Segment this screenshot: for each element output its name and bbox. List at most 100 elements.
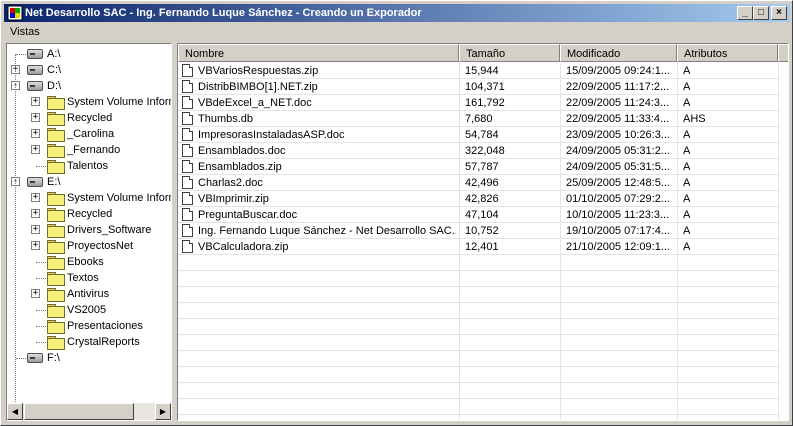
tree-folder-node[interactable]: + System Volume Information [7,190,171,206]
column-header-size[interactable]: Tamaño [459,44,560,62]
expand-icon[interactable]: + [31,113,40,122]
file-row[interactable]: VBdeExcel_a_NET.doc 161,792 22/09/2005 11:… [178,95,778,111]
expand-icon[interactable]: + [31,97,40,106]
window-title: Net Desarrollo SAC - Ing. Fernando Luque… [25,7,422,19]
file-row[interactable]: VBImprimir.zip 42,826 01/10/2005 07:29:2..… [178,191,778,207]
file-row[interactable]: PreguntaBuscar.doc 47,104 10/10/2005 11:23… [178,207,778,223]
file-modified-cell: 22/09/2005 11:17:2... [566,81,670,93]
tree-drive-node[interactable]: - D:\ [7,78,171,94]
tree-folder-node[interactable]: Textos [7,270,171,286]
file-row[interactable]: VBVariosRespuestas.zip 15,944 15/09/2005 0… [178,63,778,79]
tree-node-label: Recycled [67,208,113,220]
tree-node-label: System Volume Information [67,192,171,204]
menu-vistas[interactable]: Vistas [10,26,40,38]
column-header-attributes[interactable]: Atributos [677,44,778,62]
folder-icon [47,240,65,254]
tree-connector-line [36,342,46,343]
tree-folder-node[interactable]: Presentaciones [7,318,171,334]
file-list-view[interactable]: Nombre Tamaño Modificado Atributos VBVar… [177,43,789,421]
drive-icon [27,353,43,363]
tree-folder-node[interactable]: Talentos [7,158,171,174]
file-modified-cell: 24/09/2005 05:31:5... [566,161,670,173]
file-attributes-cell: A [683,81,691,93]
file-attributes-cell: A [683,209,691,221]
tree-node-label: VS2005 [67,304,107,316]
tree-node-label: F:\ [47,352,60,364]
tree-folder-node[interactable]: + Recycled [7,206,171,222]
tree-folder-node[interactable]: + _Fernando [7,142,171,158]
expand-icon[interactable]: + [31,225,40,234]
file-name-cell: Ing. Fernando Luque Sánchez - Net Desarr… [198,225,456,237]
file-size-cell: 7,680 [465,113,493,125]
scroll-thumb[interactable] [24,403,134,420]
tree-horizontal-scrollbar[interactable]: ◀ ▶ [7,403,171,420]
expand-icon[interactable]: + [31,129,40,138]
file-name-cell: VBCalculadora.zip [198,241,289,253]
tree-node-label: Recycled [67,112,113,124]
tree-node-label: E:\ [47,176,61,188]
file-modified-cell: 25/09/2005 12:48:5... [566,177,670,189]
tree-node-label: A:\ [47,48,61,60]
folder-icon [47,96,65,110]
scroll-left-arrow-icon[interactable]: ◀ [7,403,23,420]
file-row[interactable]: Ing. Fernando Luque Sánchez - Net Desarr… [178,223,778,239]
column-header-name[interactable]: Nombre [178,44,459,62]
folder-tree[interactable]: A:\ +C:\-D:\ + System Volume Information + Re… [6,43,172,421]
file-row[interactable]: VBCalculadora.zip 12,401 21/10/2005 12:09:… [178,239,778,255]
tree-folder-node[interactable]: + System Volume Information [7,94,171,110]
tree-folder-node[interactable]: Ebooks [7,254,171,270]
empty-row [178,335,778,351]
file-modified-cell: 21/10/2005 12:09:1... [566,241,670,253]
tree-node-label: Drivers_Software [67,224,152,236]
document-icon [182,128,193,141]
expand-icon[interactable]: + [31,145,40,154]
file-attributes-cell: A [683,225,691,237]
tree-folder-node[interactable]: CrystalReports [7,334,171,350]
file-size-cell: 57,787 [465,161,499,173]
file-modified-cell: 23/09/2005 10:26:3... [566,129,670,141]
tree-content: A:\ +C:\-D:\ + System Volume Information + Re… [7,44,171,402]
expand-icon[interactable]: + [31,241,40,250]
file-row[interactable]: Thumbs.db 7,680 22/09/2005 11:33:4... AHS [178,111,778,127]
tree-connector-line [15,54,16,402]
file-row[interactable]: Ensamblados.zip 57,787 24/09/2005 05:31:5.… [178,159,778,175]
tree-folder-node[interactable]: + Drivers_Software [7,222,171,238]
main-window: Net Desarrollo SAC - Ing. Fernando Luque… [0,0,793,426]
file-attributes-cell: A [683,193,691,205]
folder-icon [47,288,65,302]
file-row[interactable]: DistribBIMBO[1].NET.zip 104,371 22/09/2005… [178,79,778,95]
tree-drive-node[interactable]: F:\ [7,350,171,366]
tree-drive-node[interactable]: + C:\ [7,62,171,78]
tree-folder-node[interactable]: + Antivirus [7,286,171,302]
app-icon [7,5,23,21]
close-button[interactable]: × [771,6,787,20]
column-header-modified[interactable]: Modificado [560,44,677,62]
menu-bar: Vistas [4,23,790,41]
tree-folder-node[interactable]: VS2005 [7,302,171,318]
tree-folder-node[interactable]: + Recycled [7,110,171,126]
expand-icon[interactable]: + [31,289,40,298]
file-name-cell: Charlas2.doc [198,177,263,189]
tree-folder-node[interactable]: + _Carolina [7,126,171,142]
expand-icon[interactable]: + [31,209,40,218]
tree-drive-node[interactable]: A:\ [7,46,171,62]
tree-drive-node[interactable]: - E:\ [7,174,171,190]
file-row[interactable]: Ensamblados.doc 322,048 24/09/2005 05:31:2… [178,143,778,159]
folder-icon [47,336,65,350]
title-bar[interactable]: Net Desarrollo SAC - Ing. Fernando Luque… [4,4,790,22]
file-size-cell: 15,944 [465,65,499,77]
scroll-right-arrow-icon[interactable]: ▶ [155,403,171,420]
file-attributes-cell: A [683,177,691,189]
file-row[interactable]: Charlas2.doc 42,496 25/09/2005 12:48:5... A [178,175,778,191]
document-icon [182,208,193,221]
tree-folder-node[interactable]: + ProyectosNet [7,238,171,254]
file-row[interactable]: ImpresorasInstaladasASP.doc 54,784 23/09/2… [178,127,778,143]
document-icon [182,192,193,205]
folder-icon [47,112,65,126]
expand-icon[interactable]: + [31,193,40,202]
tree-connector-line [36,262,46,263]
tree-node-label: CrystalReports [67,336,140,348]
maximize-button[interactable]: □ [753,6,769,20]
minimize-button[interactable]: _ [737,6,753,20]
file-modified-cell: 22/09/2005 11:24:3... [566,97,670,109]
